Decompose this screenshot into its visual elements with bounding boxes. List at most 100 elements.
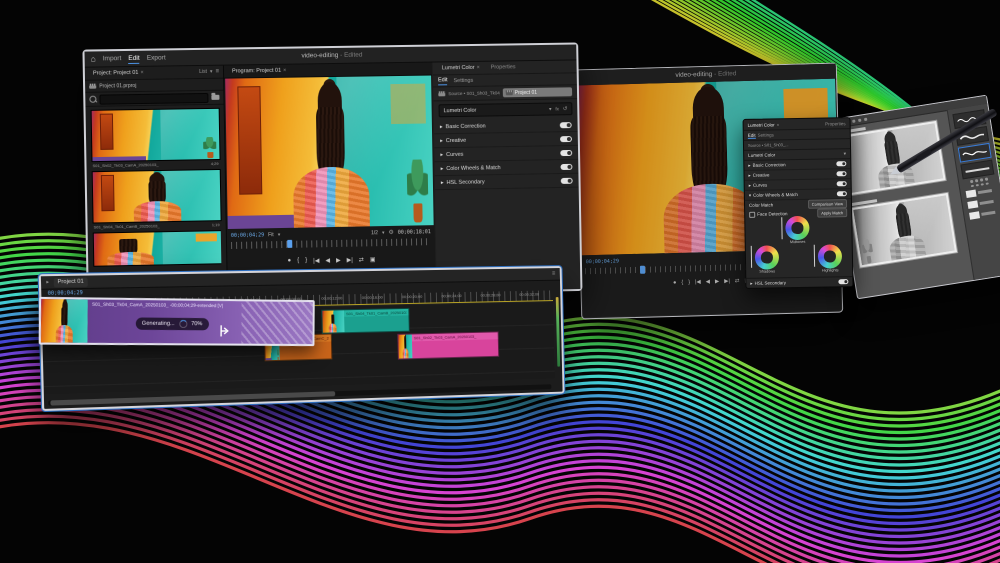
tab-properties[interactable]: Properties <box>825 121 846 126</box>
tab-timeline[interactable]: Project 01 <box>53 277 88 287</box>
clip-label: S01_Sh04_Tk01_CamB_20250103_ <box>346 310 407 316</box>
duration-timecode: 00;00;18;01 <box>398 229 431 236</box>
shadows-slider[interactable] <box>751 246 752 268</box>
chevron-right-icon: ▸ <box>441 166 444 172</box>
clip-name: S01_Sh02_Tk03_CamA_20250103_ <box>93 162 159 168</box>
lumetri-section-hsl-secondary[interactable]: ▸ HSL Secondary <box>435 174 579 190</box>
loop-button[interactable]: ⇄ <box>359 256 364 263</box>
view-mode-dropdown[interactable]: List <box>199 69 207 75</box>
project-file-label: Project 01.prproj <box>99 82 136 89</box>
section-label: HSL Secondary <box>755 280 786 286</box>
trim-cursor-icon <box>218 324 230 337</box>
tab-program[interactable]: Program: Project 01 × <box>228 65 291 78</box>
clip-thumbnail-image <box>94 231 222 266</box>
section-toggle[interactable] <box>560 149 572 155</box>
panel-menu-icon[interactable]: ≡ <box>552 271 555 277</box>
section-toggle[interactable] <box>560 163 572 169</box>
section-toggle[interactable] <box>836 161 846 166</box>
go-to-in-button[interactable]: |◀ <box>695 279 701 285</box>
subtab-settings[interactable]: Settings <box>453 76 473 84</box>
effect-dropdown[interactable]: Lumetri Color <box>748 152 775 157</box>
mark-out-button[interactable]: } <box>305 258 307 264</box>
section-toggle[interactable] <box>560 136 572 142</box>
subtab-settings[interactable]: Settings <box>758 132 774 137</box>
playhead[interactable] <box>287 240 292 248</box>
clip-thumbnail[interactable] <box>92 169 222 224</box>
shadows-wheel[interactable] <box>755 245 779 269</box>
fx-badge-icon[interactable]: fx <box>555 106 559 111</box>
tab-properties[interactable]: Properties <box>487 64 520 70</box>
timeline-clip-magenta[interactable]: S01_Sh02_Tk03_CamA_20250103_ <box>397 331 499 359</box>
section-toggle[interactable] <box>837 191 847 196</box>
step-back-button[interactable]: ◀ <box>706 279 710 285</box>
folder-icon[interactable] <box>211 95 219 100</box>
clip-thumbnail[interactable] <box>91 108 221 162</box>
tab-close-icon[interactable]: × <box>283 68 286 74</box>
tab-lumetri-color[interactable]: Lumetri Color <box>748 122 775 127</box>
storyboard-frame[interactable] <box>839 121 945 196</box>
reset-icon[interactable]: ↺ <box>563 106 568 112</box>
project-clip-card[interactable]: S01_Sh04_Tk01_CamB_20250103_ 1;19 <box>92 169 221 230</box>
clip-thumbnail[interactable] <box>93 230 222 267</box>
settings-wrench-icon[interactable]: ⚙ <box>388 229 393 236</box>
target-project-button[interactable]: Project 01 <box>503 87 572 97</box>
section-toggle[interactable] <box>838 279 848 284</box>
section-toggle[interactable] <box>837 181 847 186</box>
section-toggle[interactable] <box>561 177 573 183</box>
playback-resolution-dropdown[interactable]: 1/2 <box>371 230 378 236</box>
spinner-icon <box>179 320 187 328</box>
loop-button[interactable]: ⇄ <box>735 278 740 284</box>
project-clip-card[interactable]: S01_Sh02_Tk03_CamA_20250103_ 4;29 <box>91 108 220 168</box>
midtones-slider[interactable] <box>781 217 782 239</box>
generating-region <box>241 301 313 344</box>
clip-name: S01_Sh04_Tk01_CamB_20250103_ <box>94 223 160 229</box>
tab-project[interactable]: Project: Project 01 × <box>89 67 148 80</box>
step-back-button[interactable]: ◀ <box>325 257 330 264</box>
project-clip-card[interactable] <box>93 230 222 267</box>
lumetri-float-panel: Lumetri Color × Properties Edit Settings… <box>743 117 854 289</box>
highlights-wheel[interactable] <box>818 244 842 268</box>
mark-in-button[interactable]: { <box>297 258 299 264</box>
section-label: Curves <box>446 151 463 157</box>
home-icon[interactable]: ⌂ <box>91 54 96 63</box>
highlights-slider[interactable] <box>814 245 815 267</box>
layer-row[interactable] <box>969 207 1000 221</box>
effect-dropdown[interactable]: Lumetri Color ▾ fx ↺ <box>439 102 573 117</box>
subtab-edit[interactable]: Edit <box>438 76 448 85</box>
storyboard-frame[interactable] <box>851 193 957 268</box>
tab-close-icon[interactable]: × <box>477 65 480 71</box>
caret-down-icon: ▾ <box>382 230 385 236</box>
subtab-edit[interactable]: Edit <box>748 132 756 138</box>
mark-out-button[interactable]: } <box>688 280 690 286</box>
add-marker-button[interactable]: ● <box>673 280 676 286</box>
middle-timecode: 00;00;04;29 <box>586 258 619 265</box>
add-marker-button[interactable]: ● <box>287 258 291 264</box>
go-to-out-button[interactable]: ▶| <box>724 278 730 284</box>
play-button[interactable]: ▶ <box>336 256 341 263</box>
tab-lumetri-color[interactable]: Lumetri Color × <box>438 62 484 75</box>
go-to-in-button[interactable]: |◀ <box>313 257 319 264</box>
lumetri-section-hsl-secondary[interactable]: ▸ HSL Secondary <box>746 276 852 288</box>
section-toggle[interactable] <box>560 122 572 128</box>
generating-clip[interactable]: S01_Sh03_Tk04_CamA_20250103_ -00;00;04;2… <box>39 297 315 346</box>
menu-import[interactable]: Import <box>103 54 122 63</box>
menu-edit[interactable]: Edit <box>128 53 139 63</box>
search-input[interactable] <box>99 92 208 104</box>
chevron-right-icon[interactable]: ▸ <box>46 279 49 285</box>
ruler-label: 00;00;12;00 <box>321 295 342 300</box>
middle-playhead[interactable] <box>640 266 645 274</box>
play-button[interactable]: ▶ <box>715 279 719 285</box>
export-frame-button[interactable]: ▣ <box>370 256 376 263</box>
go-to-out-button[interactable]: ▶| <box>347 256 353 263</box>
midtones-wheel[interactable] <box>785 216 809 240</box>
menu-export[interactable]: Export <box>147 53 166 62</box>
timeline-clip-teal[interactable]: S01_Sh04_Tk01_CamB_20250103_ <box>321 308 410 334</box>
tab-close-icon[interactable]: × <box>777 122 780 127</box>
chevron-right-icon: ▸ <box>441 180 444 186</box>
panel-menu-icon[interactable]: ≡ <box>215 69 219 75</box>
tab-close-icon[interactable]: × <box>140 70 143 76</box>
mark-in-button[interactable]: { <box>681 280 683 286</box>
section-toggle[interactable] <box>836 171 846 176</box>
program-monitor: Program: Project 01 × 00;00;04;29 Fit ▾ … <box>224 63 436 297</box>
zoom-level-dropdown[interactable]: Fit <box>268 232 274 238</box>
